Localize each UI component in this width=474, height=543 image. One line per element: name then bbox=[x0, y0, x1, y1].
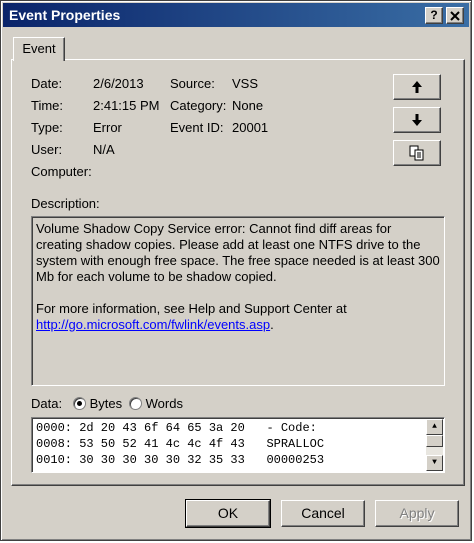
event-id-value: 20001 bbox=[232, 120, 269, 135]
more-info-text: For more information, see Help and Suppo… bbox=[36, 301, 347, 316]
tab-label: Event bbox=[22, 41, 56, 56]
source-value: VSS bbox=[232, 76, 259, 91]
bytes-radio-label: Bytes bbox=[89, 396, 123, 411]
scroll-down-arrow-icon[interactable]: ▼ bbox=[426, 455, 443, 471]
ok-button[interactable]: OK bbox=[185, 499, 271, 528]
time-value: 2:41:15 PM bbox=[93, 98, 160, 113]
category-value: None bbox=[232, 98, 264, 113]
copy-button[interactable] bbox=[393, 140, 441, 166]
close-button[interactable] bbox=[446, 7, 464, 24]
previous-event-button[interactable] bbox=[393, 74, 441, 100]
type-value: Error bbox=[93, 120, 122, 135]
help-button[interactable]: ? bbox=[425, 7, 443, 24]
date-value: 2/6/2013 bbox=[93, 76, 144, 91]
words-radio-indicator[interactable] bbox=[129, 397, 142, 410]
data-hex-view[interactable]: 0000: 2d 20 43 6f 64 65 3a 20 - Code: 00… bbox=[31, 417, 445, 473]
link-suffix: . bbox=[270, 317, 274, 332]
event-id-label: Event ID: bbox=[170, 120, 224, 135]
description-text: Volume Shadow Copy Service error: Cannot… bbox=[36, 221, 440, 284]
user-value: N/A bbox=[93, 142, 115, 157]
next-event-button[interactable] bbox=[393, 107, 441, 133]
help-link[interactable]: http://go.microsoft.com/fwlink/events.as… bbox=[36, 317, 270, 332]
close-icon bbox=[450, 11, 460, 21]
bytes-radio-indicator[interactable] bbox=[73, 397, 86, 410]
user-label: User: bbox=[31, 142, 63, 157]
words-radio[interactable]: Words bbox=[129, 396, 183, 411]
words-radio-label: Words bbox=[145, 396, 183, 411]
scroll-up-arrow-icon[interactable]: ▲ bbox=[426, 419, 443, 435]
data-scrollbar[interactable]: ▲ ▼ bbox=[426, 419, 443, 471]
category-label: Category: bbox=[170, 98, 227, 113]
cancel-button[interactable]: Cancel bbox=[281, 500, 365, 527]
down-arrow-icon bbox=[412, 114, 422, 126]
hex-row: 0008: 53 50 52 41 4c 4c 4f 43 SPRALLOC bbox=[36, 437, 325, 451]
hex-row: 0000: 2d 20 43 6f 64 65 3a 20 - Code: bbox=[36, 421, 317, 435]
title-bar: Event Properties ? bbox=[3, 3, 469, 27]
description-textbox[interactable]: Volume Shadow Copy Service error: Cannot… bbox=[31, 216, 445, 386]
source-label: Source: bbox=[170, 76, 215, 91]
description-label: Description: bbox=[31, 196, 100, 211]
window-title: Event Properties bbox=[9, 7, 121, 23]
computer-label: Computer: bbox=[31, 164, 92, 179]
scroll-thumb[interactable] bbox=[426, 435, 443, 447]
apply-button[interactable]: Apply bbox=[375, 500, 459, 527]
bytes-radio[interactable]: Bytes bbox=[73, 396, 122, 411]
type-label: Type: bbox=[31, 120, 63, 135]
time-label: Time: bbox=[31, 98, 64, 113]
copy-icon bbox=[409, 145, 424, 161]
up-arrow-icon bbox=[412, 81, 422, 93]
tab-event[interactable]: Event bbox=[13, 37, 65, 61]
date-label: Date: bbox=[31, 76, 63, 91]
help-icon: ? bbox=[430, 8, 438, 22]
hex-row: 0010: 30 30 30 30 30 32 35 33 00000253 bbox=[36, 453, 325, 467]
description-more-info: For more information, see Help and Suppo… bbox=[36, 301, 440, 333]
data-label: Data: bbox=[31, 396, 63, 411]
event-properties-dialog: Event Properties ? Event Date: 2/6/2013 … bbox=[0, 0, 472, 541]
